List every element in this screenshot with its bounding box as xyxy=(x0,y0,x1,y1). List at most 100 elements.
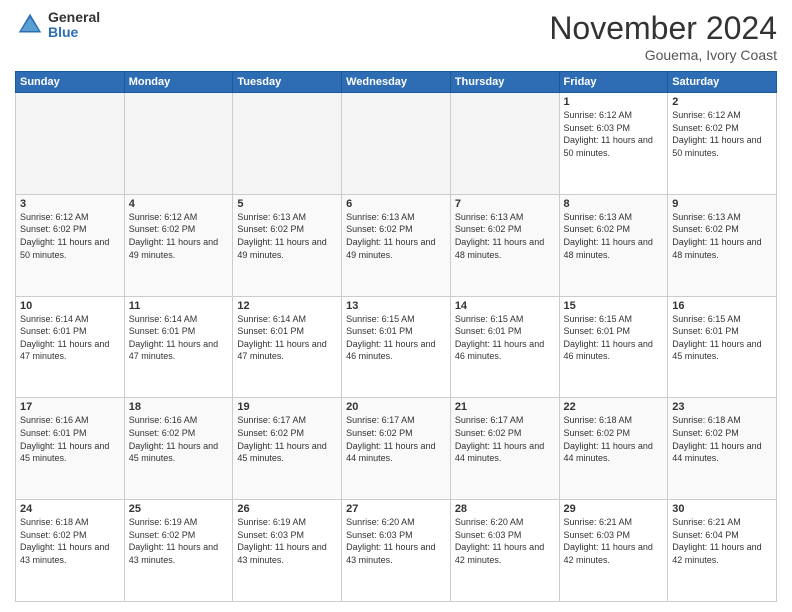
day-number: 25 xyxy=(129,503,229,515)
calendar-day-cell: 15Sunrise: 6:15 AMSunset: 6:01 PMDayligh… xyxy=(559,296,668,398)
day-info: Sunrise: 6:15 AMSunset: 6:01 PMDaylight:… xyxy=(672,313,772,363)
logo: General Blue xyxy=(15,10,100,41)
day-info: Sunrise: 6:14 AMSunset: 6:01 PMDaylight:… xyxy=(20,313,120,363)
logo-blue-text: Blue xyxy=(48,25,100,40)
calendar-day-cell: 26Sunrise: 6:19 AMSunset: 6:03 PMDayligh… xyxy=(233,500,342,602)
day-info: Sunrise: 6:17 AMSunset: 6:02 PMDaylight:… xyxy=(237,414,337,464)
day-info: Sunrise: 6:20 AMSunset: 6:03 PMDaylight:… xyxy=(346,516,446,566)
day-number: 14 xyxy=(455,300,555,312)
calendar-day-cell xyxy=(233,93,342,195)
day-number: 11 xyxy=(129,300,229,312)
location: Gouema, Ivory Coast xyxy=(549,47,777,63)
day-number: 23 xyxy=(672,401,772,413)
day-info: Sunrise: 6:18 AMSunset: 6:02 PMDaylight:… xyxy=(672,414,772,464)
calendar-week-row: 17Sunrise: 6:16 AMSunset: 6:01 PMDayligh… xyxy=(16,398,777,500)
calendar-day-cell: 17Sunrise: 6:16 AMSunset: 6:01 PMDayligh… xyxy=(16,398,125,500)
day-info: Sunrise: 6:19 AMSunset: 6:02 PMDaylight:… xyxy=(129,516,229,566)
day-info: Sunrise: 6:12 AMSunset: 6:03 PMDaylight:… xyxy=(564,109,664,159)
day-info: Sunrise: 6:12 AMSunset: 6:02 PMDaylight:… xyxy=(129,211,229,261)
calendar-week-row: 3Sunrise: 6:12 AMSunset: 6:02 PMDaylight… xyxy=(16,194,777,296)
day-number: 24 xyxy=(20,503,120,515)
calendar-day-cell: 9Sunrise: 6:13 AMSunset: 6:02 PMDaylight… xyxy=(668,194,777,296)
day-number: 21 xyxy=(455,401,555,413)
calendar-day-cell: 10Sunrise: 6:14 AMSunset: 6:01 PMDayligh… xyxy=(16,296,125,398)
day-info: Sunrise: 6:19 AMSunset: 6:03 PMDaylight:… xyxy=(237,516,337,566)
day-number: 4 xyxy=(129,198,229,210)
calendar-day-cell: 14Sunrise: 6:15 AMSunset: 6:01 PMDayligh… xyxy=(450,296,559,398)
calendar-day-cell: 5Sunrise: 6:13 AMSunset: 6:02 PMDaylight… xyxy=(233,194,342,296)
day-number: 29 xyxy=(564,503,664,515)
calendar-day-cell: 29Sunrise: 6:21 AMSunset: 6:03 PMDayligh… xyxy=(559,500,668,602)
month-title: November 2024 xyxy=(549,10,777,47)
calendar-day-header: Sunday xyxy=(16,72,125,93)
calendar-day-cell: 23Sunrise: 6:18 AMSunset: 6:02 PMDayligh… xyxy=(668,398,777,500)
calendar-week-row: 10Sunrise: 6:14 AMSunset: 6:01 PMDayligh… xyxy=(16,296,777,398)
calendar-day-header: Friday xyxy=(559,72,668,93)
day-number: 20 xyxy=(346,401,446,413)
calendar-body: 1Sunrise: 6:12 AMSunset: 6:03 PMDaylight… xyxy=(16,93,777,602)
calendar-day-cell xyxy=(124,93,233,195)
calendar-week-row: 1Sunrise: 6:12 AMSunset: 6:03 PMDaylight… xyxy=(16,93,777,195)
calendar-day-cell: 21Sunrise: 6:17 AMSunset: 6:02 PMDayligh… xyxy=(450,398,559,500)
title-block: November 2024 Gouema, Ivory Coast xyxy=(549,10,777,63)
calendar-day-header: Tuesday xyxy=(233,72,342,93)
day-number: 12 xyxy=(237,300,337,312)
day-number: 13 xyxy=(346,300,446,312)
header: General Blue November 2024 Gouema, Ivory… xyxy=(15,10,777,63)
calendar-day-cell: 22Sunrise: 6:18 AMSunset: 6:02 PMDayligh… xyxy=(559,398,668,500)
day-info: Sunrise: 6:16 AMSunset: 6:02 PMDaylight:… xyxy=(129,414,229,464)
calendar-header-row: SundayMondayTuesdayWednesdayThursdayFrid… xyxy=(16,72,777,93)
calendar-day-cell: 27Sunrise: 6:20 AMSunset: 6:03 PMDayligh… xyxy=(342,500,451,602)
calendar-day-cell: 16Sunrise: 6:15 AMSunset: 6:01 PMDayligh… xyxy=(668,296,777,398)
calendar-day-cell: 24Sunrise: 6:18 AMSunset: 6:02 PMDayligh… xyxy=(16,500,125,602)
calendar-header: SundayMondayTuesdayWednesdayThursdayFrid… xyxy=(16,72,777,93)
day-number: 17 xyxy=(20,401,120,413)
calendar-table: SundayMondayTuesdayWednesdayThursdayFrid… xyxy=(15,71,777,602)
day-info: Sunrise: 6:12 AMSunset: 6:02 PMDaylight:… xyxy=(672,109,772,159)
logo-text: General Blue xyxy=(48,10,100,41)
logo-icon xyxy=(15,10,45,40)
calendar-day-cell: 8Sunrise: 6:13 AMSunset: 6:02 PMDaylight… xyxy=(559,194,668,296)
calendar-day-cell: 13Sunrise: 6:15 AMSunset: 6:01 PMDayligh… xyxy=(342,296,451,398)
calendar-day-cell: 20Sunrise: 6:17 AMSunset: 6:02 PMDayligh… xyxy=(342,398,451,500)
calendar-day-cell xyxy=(16,93,125,195)
day-info: Sunrise: 6:12 AMSunset: 6:02 PMDaylight:… xyxy=(20,211,120,261)
day-number: 8 xyxy=(564,198,664,210)
calendar-day-cell: 30Sunrise: 6:21 AMSunset: 6:04 PMDayligh… xyxy=(668,500,777,602)
day-number: 18 xyxy=(129,401,229,413)
day-info: Sunrise: 6:18 AMSunset: 6:02 PMDaylight:… xyxy=(20,516,120,566)
calendar-day-cell: 18Sunrise: 6:16 AMSunset: 6:02 PMDayligh… xyxy=(124,398,233,500)
calendar-week-row: 24Sunrise: 6:18 AMSunset: 6:02 PMDayligh… xyxy=(16,500,777,602)
day-number: 9 xyxy=(672,198,772,210)
calendar-day-cell: 3Sunrise: 6:12 AMSunset: 6:02 PMDaylight… xyxy=(16,194,125,296)
day-number: 30 xyxy=(672,503,772,515)
day-info: Sunrise: 6:15 AMSunset: 6:01 PMDaylight:… xyxy=(564,313,664,363)
day-number: 6 xyxy=(346,198,446,210)
day-number: 22 xyxy=(564,401,664,413)
day-info: Sunrise: 6:17 AMSunset: 6:02 PMDaylight:… xyxy=(455,414,555,464)
calendar-day-header: Saturday xyxy=(668,72,777,93)
day-info: Sunrise: 6:14 AMSunset: 6:01 PMDaylight:… xyxy=(129,313,229,363)
day-info: Sunrise: 6:13 AMSunset: 6:02 PMDaylight:… xyxy=(672,211,772,261)
day-info: Sunrise: 6:16 AMSunset: 6:01 PMDaylight:… xyxy=(20,414,120,464)
day-info: Sunrise: 6:18 AMSunset: 6:02 PMDaylight:… xyxy=(564,414,664,464)
calendar-day-header: Wednesday xyxy=(342,72,451,93)
page: General Blue November 2024 Gouema, Ivory… xyxy=(0,0,792,612)
day-number: 1 xyxy=(564,96,664,108)
day-info: Sunrise: 6:21 AMSunset: 6:04 PMDaylight:… xyxy=(672,516,772,566)
calendar-day-cell: 4Sunrise: 6:12 AMSunset: 6:02 PMDaylight… xyxy=(124,194,233,296)
day-number: 7 xyxy=(455,198,555,210)
day-number: 26 xyxy=(237,503,337,515)
day-info: Sunrise: 6:20 AMSunset: 6:03 PMDaylight:… xyxy=(455,516,555,566)
day-number: 3 xyxy=(20,198,120,210)
day-info: Sunrise: 6:13 AMSunset: 6:02 PMDaylight:… xyxy=(564,211,664,261)
calendar-day-cell: 12Sunrise: 6:14 AMSunset: 6:01 PMDayligh… xyxy=(233,296,342,398)
day-info: Sunrise: 6:13 AMSunset: 6:02 PMDaylight:… xyxy=(346,211,446,261)
calendar-day-cell: 2Sunrise: 6:12 AMSunset: 6:02 PMDaylight… xyxy=(668,93,777,195)
day-info: Sunrise: 6:17 AMSunset: 6:02 PMDaylight:… xyxy=(346,414,446,464)
day-info: Sunrise: 6:13 AMSunset: 6:02 PMDaylight:… xyxy=(455,211,555,261)
calendar-day-cell: 19Sunrise: 6:17 AMSunset: 6:02 PMDayligh… xyxy=(233,398,342,500)
calendar-day-cell: 28Sunrise: 6:20 AMSunset: 6:03 PMDayligh… xyxy=(450,500,559,602)
day-number: 2 xyxy=(672,96,772,108)
day-number: 5 xyxy=(237,198,337,210)
